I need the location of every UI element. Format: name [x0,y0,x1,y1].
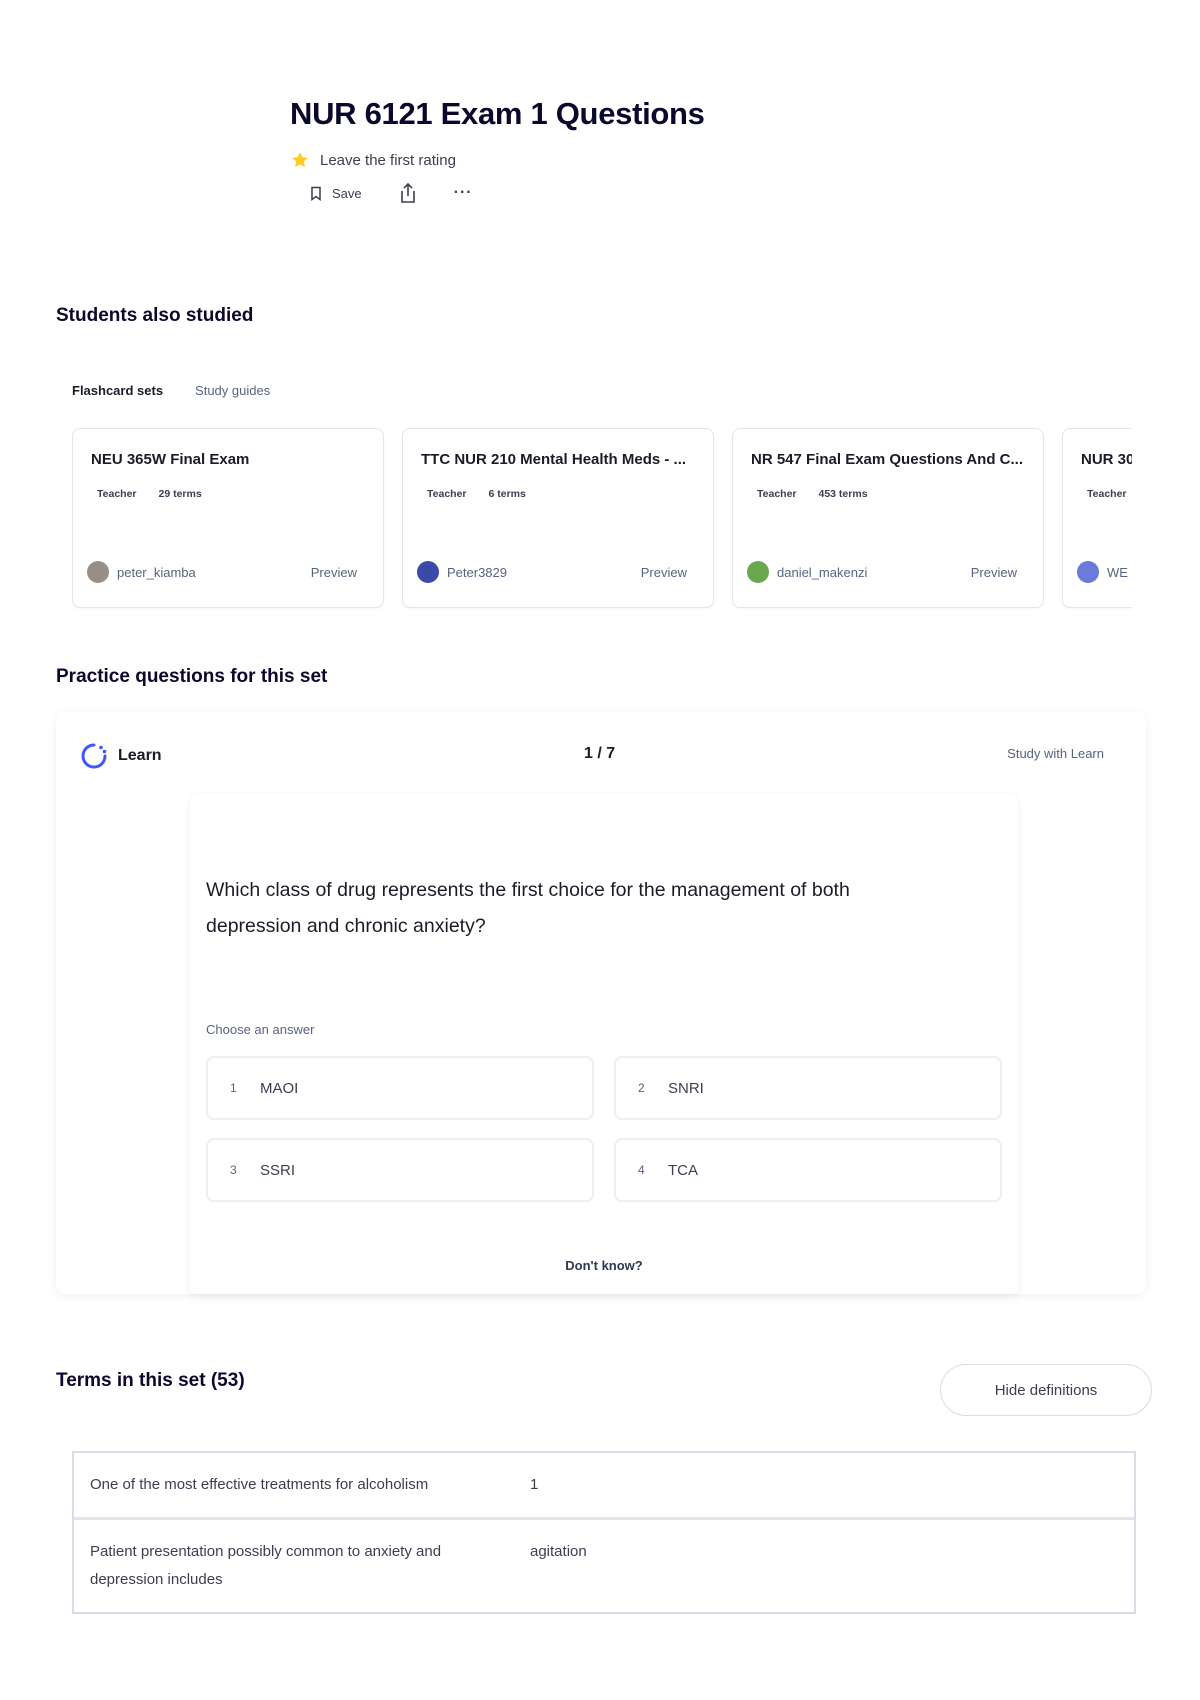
avatar [87,561,109,583]
card-term-count: 453 terms [818,488,868,500]
card-title: NR 547 Final Exam Questions And C... [751,451,1024,468]
avatar [417,561,439,583]
option-number: 1 [230,1081,237,1095]
card-username: Peter3829 [447,564,507,580]
share-icon [400,182,415,203]
share-button[interactable] [398,182,418,204]
answer-options: 1 MAOI 2 SNRI 3 SSRI 4 TCA [206,1056,1002,1202]
card-footer: WE [1077,561,1132,583]
card-username: peter_kiamba [117,564,196,580]
card-meta: Teacher [1081,488,1132,500]
card-user[interactable]: peter_kiamba [87,561,196,583]
dont-know-button[interactable]: Don't know? [190,1258,1018,1273]
practice-heading: Practice questions for this set [56,666,328,687]
option-label: TCA [668,1161,698,1179]
avatar [747,561,769,583]
option-number: 2 [638,1081,645,1095]
avatar [1077,561,1099,583]
terms-heading: Terms in this set (53) [56,1370,245,1391]
study-tabs: Flashcard sets Study guides [72,383,270,398]
card-username: daniel_makenzi [777,564,868,580]
answer-option[interactable]: 3 SSRI [206,1138,594,1202]
card-title: TTC NUR 210 Mental Health Meds - ... [421,451,687,468]
card-footer: daniel_makenzi Preview [747,561,1017,583]
term-definition: agitation [530,1543,587,1560]
answer-option[interactable]: 4 TCA [614,1138,1002,1202]
card-role: Teacher [427,488,467,500]
save-label: Save [332,185,362,201]
card-role: Teacher [1087,488,1127,500]
term-word: One of the most effective treatments for… [90,1476,429,1493]
card-user[interactable]: WE [1077,561,1128,583]
card-role: Teacher [757,488,797,500]
learn-panel: Learn 1 / 7 Study with Learn Which class… [56,712,1146,1294]
option-label: MAOI [260,1079,299,1097]
question-progress: 1 / 7 [584,745,616,762]
more-options-button[interactable]: ··· [454,184,473,202]
study-set-card[interactable]: NEU 365W Final Exam Teacher 29 terms peter_… [72,428,384,608]
set-header: NUR 6121 Exam 1 Questions Leave the firs… [290,96,990,204]
study-set-card[interactable]: NUR 30 Teacher WE [1062,428,1132,608]
answer-option[interactable]: 1 MAOI [206,1056,594,1120]
option-number: 3 [230,1163,237,1177]
card-meta: Teacher 29 terms [91,488,365,500]
card-title: NUR 30 [1081,451,1132,468]
card-user[interactable]: Peter3829 [417,561,507,583]
option-label: SSRI [260,1161,296,1179]
card-term-count: 6 terms [488,488,526,500]
terms-list: One of the most effective treatments for… [72,1451,1136,1614]
save-button[interactable]: Save [310,186,362,201]
card-user[interactable]: daniel_makenzi [747,561,867,583]
more-icon: ··· [453,184,473,201]
students-also-studied-heading: Students also studied [56,305,254,326]
study-set-card[interactable]: NR 547 Final Exam Questions And C... Teac… [732,428,1044,608]
preview-button[interactable]: Preview [311,565,357,580]
rating-row[interactable]: Leave the first rating [290,150,990,170]
bookmark-icon [311,186,321,201]
preview-button[interactable]: Preview [641,565,687,580]
tab-flashcard-sets[interactable]: Flashcard sets [72,383,163,398]
term-row: Patient presentation possibly common to … [74,1517,1134,1612]
tab-study-guides[interactable]: Study guides [195,383,270,398]
card-username: WE [1107,564,1128,580]
term-word: Patient presentation possibly common to … [90,1543,442,1588]
learn-label: Learn [118,747,162,764]
option-label: SNRI [668,1079,704,1097]
cards-carousel: NEU 365W Final Exam Teacher 29 terms peter_… [72,428,1132,612]
card-term-count: 29 terms [158,488,202,500]
card-title: NEU 365W Final Exam [91,451,250,468]
learn-icon [81,743,107,769]
question-card: Which class of drug represents the first… [190,794,1018,1294]
card-footer: Peter3829 Preview [417,561,687,583]
choose-answer-label: Choose an answer [206,1022,315,1037]
header-actions: Save ··· [290,182,990,204]
hide-definitions-button[interactable]: Hide definitions [940,1364,1152,1416]
option-number: 4 [638,1163,645,1177]
card-meta: Teacher 453 terms [751,488,1025,500]
card-role: Teacher [97,488,137,500]
card-meta: Teacher 6 terms [421,488,695,500]
page-title: NUR 6121 Exam 1 Questions [290,96,705,131]
study-with-learn-link[interactable]: Study with Learn [1007,746,1104,761]
star-icon [292,152,308,168]
preview-button[interactable]: Preview [971,565,1017,580]
card-footer: peter_kiamba Preview [87,561,357,583]
learn-mode-label: Learn [80,742,162,770]
term-row: One of the most effective treatments for… [74,1453,1134,1517]
study-set-card[interactable]: TTC NUR 210 Mental Health Meds - ... Teac… [402,428,714,608]
rating-text[interactable]: Leave the first rating [320,152,456,169]
term-definition: 1 [530,1476,539,1493]
question-text: Which class of drug represents the first… [206,879,850,937]
answer-option[interactable]: 2 SNRI [614,1056,1002,1120]
